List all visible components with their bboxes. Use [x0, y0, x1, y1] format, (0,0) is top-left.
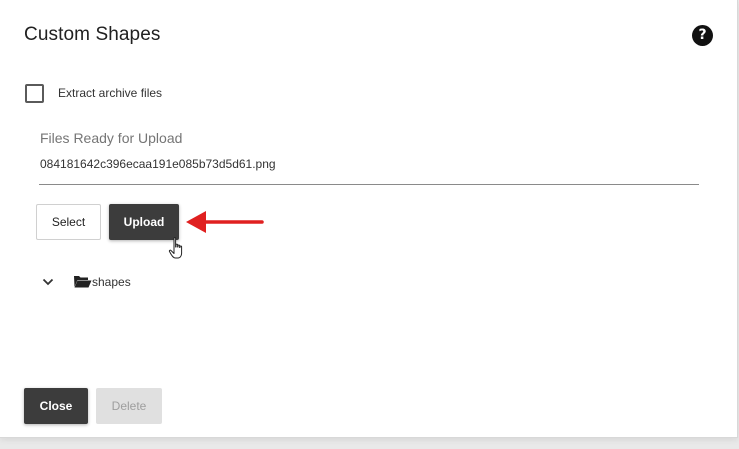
folder-open-icon: [74, 276, 92, 288]
select-button[interactable]: Select: [36, 204, 101, 240]
extract-archive-checkbox[interactable]: [25, 84, 44, 103]
hand-cursor-icon: [168, 237, 183, 259]
red-arrow-annotation: [186, 211, 264, 233]
files-field-underline: [39, 184, 699, 185]
dialog-title: Custom Shapes: [24, 24, 161, 45]
chevron-down-icon[interactable]: [42, 277, 54, 287]
extract-archive-label: Extract archive files: [58, 86, 163, 100]
close-button[interactable]: Close: [24, 388, 88, 424]
upload-button[interactable]: Upload: [109, 204, 179, 240]
files-ready-value[interactable]: 084181642c396ecaa191e085b73d5d61.png: [40, 157, 276, 171]
custom-shapes-dialog: Custom Shapes ? Extract archive files Fi…: [0, 0, 738, 438]
files-ready-label: Files Ready for Upload: [40, 130, 183, 146]
help-icon[interactable]: ?: [692, 25, 713, 46]
tree-folder-shapes[interactable]: shapes: [92, 275, 131, 289]
delete-button[interactable]: Delete: [96, 388, 162, 424]
